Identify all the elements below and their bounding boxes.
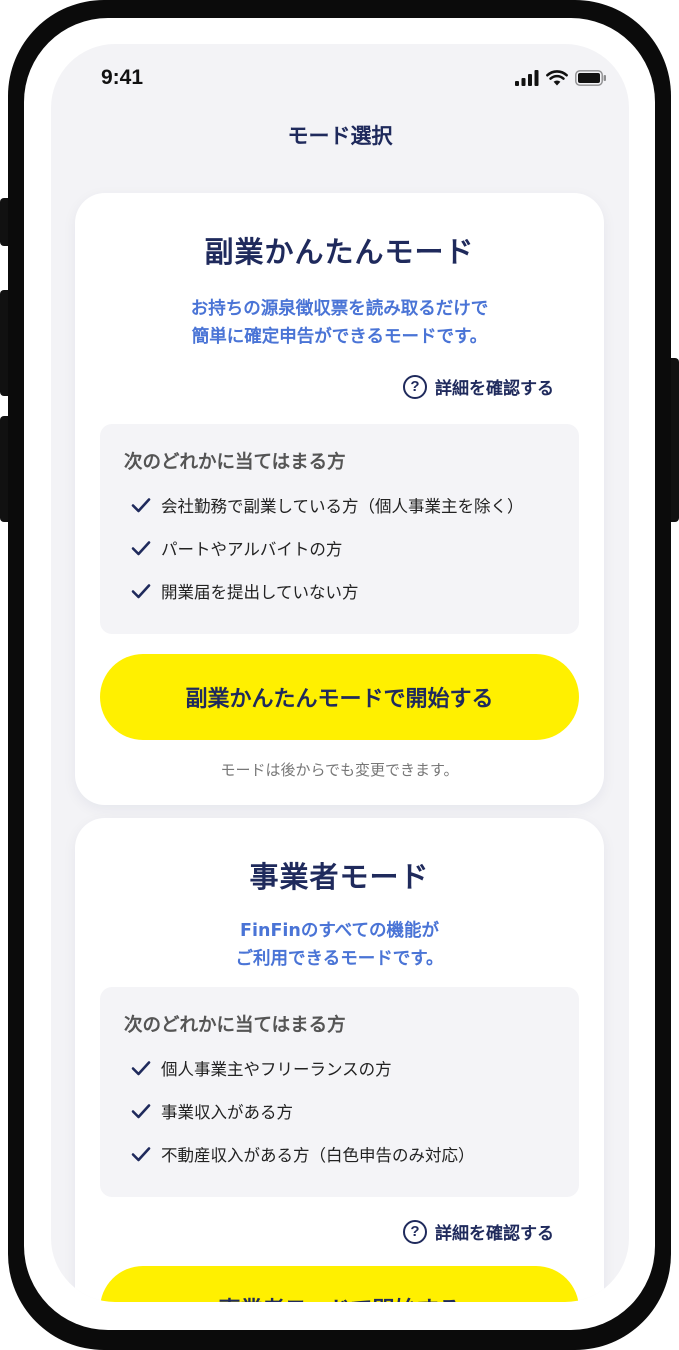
status-icons (515, 70, 607, 86)
screen: 9:41 モード選択 副業かんたんモード お持ちの源泉徴収票を読み取るだけで 簡… (51, 44, 629, 1302)
card-title: 事業者モード (249, 860, 430, 894)
detail-link[interactable]: ? 詳細を確認する (403, 1219, 554, 1244)
check-icon (131, 1061, 151, 1076)
status-time: 9:41 (101, 66, 144, 89)
detail-link-label: 詳細を確認する (435, 379, 554, 399)
wifi-icon (546, 70, 568, 86)
condition-heading: 次のどれかに当てはまる方 (124, 452, 346, 473)
condition-box: 次のどれかに当てはまる方 個人事業主やフリーランスの方 事業収入がある方 不動産… (100, 987, 579, 1197)
mode-card-side-business: 副業かんたんモード お持ちの源泉徴収票を読み取るだけで 簡単に確定申告ができるモ… (75, 193, 604, 805)
card-title: 副業かんたんモード (204, 235, 475, 269)
check-icon (131, 1104, 151, 1119)
condition-text: 事業収入がある方 (161, 1103, 293, 1122)
signal-icon (515, 70, 539, 86)
mode-card-business: 事業者モード FinFinのすべての機能が ご利用できるモードです。 次のどれか… (75, 818, 604, 1302)
question-circle-icon: ? (403, 1219, 427, 1244)
condition-heading: 次のどれかに当てはまる方 (124, 1015, 346, 1036)
condition-item: パートやアルバイトの方 (131, 536, 342, 560)
card-description-line: ご利用できるモードです。 (235, 949, 444, 969)
condition-text: 不動産収入がある方（白色申告のみ対応） (161, 1146, 475, 1165)
condition-item: 個人事業主やフリーランスの方 (131, 1056, 392, 1080)
start-side-business-mode-button[interactable]: 副業かんたんモードで開始する (100, 654, 579, 740)
condition-box: 次のどれかに当てはまる方 会社勤務で副業している方（個人事業主を除く） パートや… (100, 424, 579, 634)
condition-text: 会社勤務で副業している方（個人事業主を除く） (161, 497, 524, 516)
detail-link[interactable]: ? 詳細を確認する (403, 374, 554, 399)
start-business-mode-button[interactable]: 事業者モードで開始する (100, 1266, 579, 1302)
check-icon (131, 1147, 151, 1162)
condition-item: 会社勤務で副業している方（個人事業主を除く） (131, 493, 524, 517)
mode-change-note: モードは後からでも変更できます。 (220, 761, 459, 779)
card-description: お持ちの源泉徴収票を読み取るだけで 簡単に確定申告ができるモードです。 (75, 295, 604, 351)
status-bar: 9:41 (51, 44, 629, 114)
check-icon (131, 584, 151, 599)
page-title: モード選択 (287, 124, 393, 148)
check-icon (131, 541, 151, 556)
check-icon (131, 498, 151, 513)
condition-text: 開業届を提出していない方 (161, 583, 359, 602)
condition-item: 開業届を提出していない方 (131, 579, 359, 603)
condition-text: 個人事業主やフリーランスの方 (161, 1060, 392, 1079)
condition-text: パートやアルバイトの方 (161, 540, 343, 559)
detail-link-label: 詳細を確認する (435, 1224, 554, 1244)
battery-icon (575, 70, 606, 86)
question-circle-icon: ? (403, 374, 427, 399)
condition-item: 不動産収入がある方（白色申告のみ対応） (131, 1142, 475, 1166)
card-description: FinFinのすべての機能が ご利用できるモードです。 (75, 917, 604, 973)
card-description-line: お持ちの源泉徴収票を読み取るだけで (190, 299, 489, 319)
condition-item: 事業収入がある方 (131, 1099, 293, 1123)
card-description-line: FinFinのすべての機能が (240, 921, 439, 941)
card-description-line: 簡単に確定申告ができるモードです。 (191, 327, 488, 347)
